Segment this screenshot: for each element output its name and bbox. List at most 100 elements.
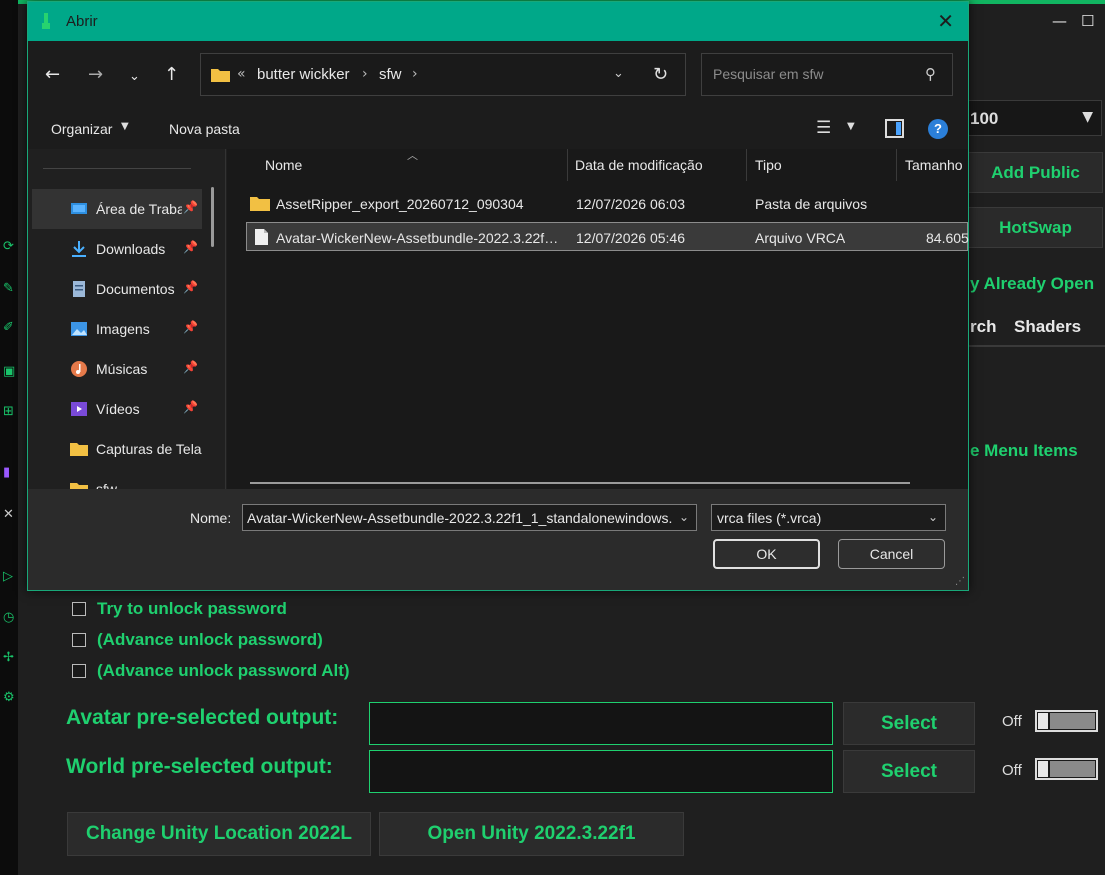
preview-pane-icon[interactable]	[885, 119, 904, 138]
up-arrow-icon[interactable]: ↑	[164, 65, 179, 85]
nav-item-label: Documentos	[96, 281, 175, 297]
nav-item-desktop[interactable]: Área de Trabalho 📌	[32, 189, 202, 229]
chevron-down-icon[interactable]: ▼	[121, 121, 129, 132]
nav-item-images[interactable]: Imagens 📌	[32, 309, 202, 349]
nav-item-downloads[interactable]: Downloads 📌	[32, 229, 202, 269]
world-select-button[interactable]: Select	[843, 750, 975, 793]
tag-icon[interactable]: ▣	[3, 364, 17, 380]
avatar-output-toggle[interactable]	[1035, 710, 1098, 732]
file-type-select[interactable]: vrca files (*.vrca) ⌄	[711, 504, 946, 531]
breadcrumb-segment[interactable]: sfw	[379, 66, 402, 83]
close-icon[interactable]: ✕	[937, 10, 954, 32]
pin-icon[interactable]: 📌	[183, 200, 198, 214]
open-unity-button[interactable]: Open Unity 2022.3.22f1	[379, 812, 684, 856]
new-folder-button[interactable]: Nova pasta	[169, 121, 240, 137]
tab-divider	[968, 345, 1105, 347]
nav-item-documents[interactable]: Documentos 📌	[32, 269, 202, 309]
column-header-type[interactable]: Tipo	[755, 157, 782, 173]
version-combo-value: 100	[970, 109, 999, 128]
column-header-size[interactable]: Tamanho	[905, 157, 963, 173]
search-box[interactable]: Pesquisar em sfw ⚲	[701, 53, 953, 96]
ok-button[interactable]: OK	[713, 539, 820, 569]
gift-icon[interactable]: ⊞	[3, 404, 17, 420]
address-bar[interactable]: « butter wickker › sfw › ⌄ ↻	[200, 53, 686, 96]
checkbox-box[interactable]	[72, 633, 86, 647]
download-icon	[72, 241, 86, 257]
pin-icon[interactable]: 📌	[183, 400, 198, 414]
change-unity-location-button[interactable]: Change Unity Location 2022L	[67, 812, 371, 856]
breadcrumb-separator-icon[interactable]: ›	[412, 66, 418, 82]
puzzle-icon[interactable]: ✢	[3, 650, 17, 666]
app-left-rail: ⟳ ✎ ✐ ▣ ⊞ ▮ ✕ ▷ ◷ ✢ ⚙	[0, 0, 18, 875]
folder-icon	[211, 69, 230, 82]
help-icon[interactable]: ?	[928, 119, 948, 139]
breadcrumb-separator-icon[interactable]: ›	[362, 66, 368, 82]
dialog-title: Abrir	[66, 13, 98, 30]
pen-icon[interactable]: ✎	[3, 281, 17, 297]
maximize-icon[interactable]: ☐	[1081, 12, 1094, 30]
refresh-icon[interactable]: ⟳	[3, 239, 17, 255]
nav-item-music[interactable]: Músicas 📌	[32, 349, 202, 389]
chevron-down-icon[interactable]: ⌄	[679, 510, 689, 524]
nav-scrollbar[interactable]	[211, 187, 214, 247]
address-dropdown-icon[interactable]: ⌄	[613, 66, 624, 81]
refresh-icon[interactable]: ↻	[653, 64, 668, 85]
nav-item-sfw[interactable]: sfw	[32, 469, 202, 489]
chevron-down-icon[interactable]: ▼	[847, 121, 855, 132]
file-name: AssetRipper_export_20260712_090304	[276, 196, 524, 212]
file-icon	[255, 229, 268, 245]
unlock-password-checkbox[interactable]: Try to unlock password	[72, 599, 287, 619]
x-icon[interactable]: ✕	[3, 507, 17, 523]
organize-button[interactable]: Organizar	[51, 121, 112, 137]
breadcrumb-segment[interactable]: butter wickker	[257, 66, 350, 83]
filename-value: Avatar-WickerNew-Assetbundle-2022.3.22f1…	[247, 510, 672, 526]
pin-icon[interactable]: 📌	[183, 320, 198, 334]
twitch-icon[interactable]: ▮	[3, 465, 17, 481]
avatar-output-field[interactable]	[369, 702, 833, 745]
column-header-modified[interactable]: Data de modificação	[575, 157, 703, 173]
nav-item-screenshots[interactable]: Capturas de Tela	[32, 429, 202, 469]
recent-locations-chevron-icon[interactable]: ⌄	[129, 67, 140, 87]
advance-unlock-alt-checkbox[interactable]: (Advance unlock password Alt)	[72, 661, 350, 681]
pin-icon[interactable]: 📌	[183, 240, 198, 254]
nav-item-videos[interactable]: Vídeos 📌	[32, 389, 202, 429]
view-options-icon[interactable]: ☰	[816, 118, 831, 138]
minimize-icon[interactable]: —	[1052, 12, 1067, 30]
filename-input[interactable]: Avatar-WickerNew-Assetbundle-2022.3.22f1…	[242, 504, 697, 531]
tab-shaders[interactable]: Shaders	[1014, 317, 1081, 337]
navigation-bar: ← → ⌄ ↑ « butter wickker › sfw › ⌄ ↻ Pes…	[28, 41, 968, 109]
overflow-chevron-icon[interactable]: «	[237, 66, 246, 82]
avatar-output-label: Avatar pre-selected output:	[66, 706, 339, 729]
advance-unlock-checkbox[interactable]: (Advance unlock password)	[72, 630, 323, 650]
cancel-button[interactable]: Cancel	[838, 539, 945, 569]
column-header-name[interactable]: Nome	[265, 157, 302, 173]
avatar-select-button[interactable]: Select	[843, 702, 975, 745]
hotswap-button[interactable]: HotSwap	[968, 207, 1103, 248]
version-combo[interactable]: 100 ▼	[968, 100, 1102, 136]
horizontal-scrollbar[interactable]	[250, 482, 910, 484]
clock-icon[interactable]: ◷	[3, 610, 17, 626]
file-row-selected[interactable]: Avatar-WickerNew-Assetbundle-2022.3.22f1…	[246, 222, 969, 251]
world-output-toggle[interactable]	[1035, 758, 1098, 780]
tab-search[interactable]: rch	[970, 317, 996, 337]
nav-item-label: Downloads	[96, 241, 166, 257]
resize-grip-icon[interactable]: ⋰	[955, 576, 965, 587]
checkbox-label: (Advance unlock password Alt)	[97, 661, 350, 680]
pin-icon[interactable]: 📌	[183, 360, 198, 374]
back-arrow-icon[interactable]: ←	[45, 65, 60, 85]
checkbox-box[interactable]	[72, 664, 86, 678]
chevron-down-icon[interactable]: ⌄	[928, 510, 938, 524]
world-output-field[interactable]	[369, 750, 833, 793]
play-icon[interactable]: ▷	[3, 569, 17, 585]
dialog-titlebar[interactable]: Abrir ✕	[28, 2, 968, 41]
pin-icon[interactable]: 📌	[183, 280, 198, 294]
edit-icon[interactable]: ✐	[3, 320, 17, 336]
folder-icon	[70, 443, 88, 456]
add-public-button[interactable]: Add Public	[968, 152, 1103, 193]
checkbox-box[interactable]	[72, 602, 86, 616]
forward-arrow-icon[interactable]: →	[88, 65, 103, 85]
nav-item-label: sfw	[96, 481, 117, 489]
checkbox-label: Try to unlock password	[97, 599, 287, 618]
gear-icon[interactable]: ⚙	[3, 690, 17, 706]
file-row[interactable]: AssetRipper_export_20260712_090304 12/07…	[246, 189, 968, 218]
